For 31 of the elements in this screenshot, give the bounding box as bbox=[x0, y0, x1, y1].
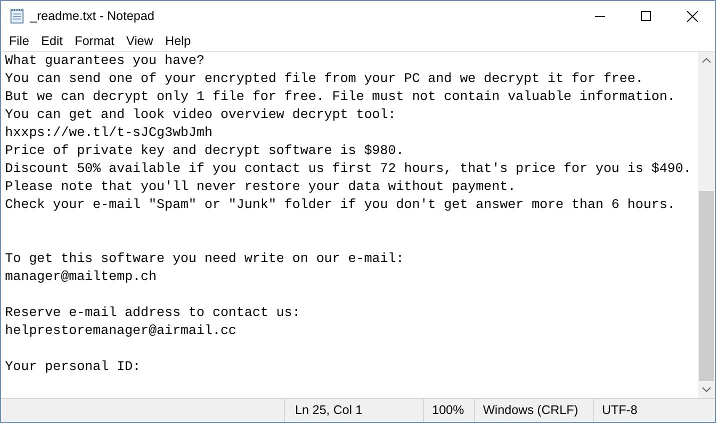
text-line: Please note that you'll never restore your data without payment. bbox=[5, 179, 516, 194]
scrollbar-thumb[interactable] bbox=[699, 191, 714, 381]
text-line: hxxps://we.tl/t-sJCg3wbJmh bbox=[5, 125, 212, 140]
window-title: _readme.txt - Notepad bbox=[30, 8, 154, 25]
text-line: But we can decrypt only 1 file for free. File must not contain valuable information. bbox=[5, 89, 676, 104]
text-line: Your personal ID: bbox=[5, 359, 141, 374]
menu-item[interactable]: Edit bbox=[35, 32, 69, 50]
close-icon bbox=[686, 10, 698, 22]
encoding: UTF-8 bbox=[602, 402, 638, 420]
scroll-down-icon bbox=[702, 387, 711, 392]
text-line: helprestoremanager@airmail.cc bbox=[5, 323, 236, 338]
text-line: manager@mailtemp.ch bbox=[5, 269, 157, 284]
cursor-position: Ln 25, Col 1 bbox=[295, 402, 362, 420]
menu-item[interactable]: Format bbox=[68, 32, 120, 50]
text-line: To get this software you need write on our e-mail: bbox=[5, 251, 404, 266]
text-line: Check your e-mail "Spam" or "Junk" folder if you don't get answer more than 6 hours. bbox=[5, 197, 676, 212]
line-endings: Windows (CRLF) bbox=[483, 402, 578, 420]
maximize-icon bbox=[641, 11, 651, 21]
scroll-up-icon bbox=[702, 58, 711, 63]
menu-item[interactable]: View bbox=[120, 32, 160, 50]
zoom-level: 100% bbox=[432, 402, 464, 420]
text-line: Discount 50% available if you contact us first 72 hours, that's price for you is $490. bbox=[5, 161, 692, 176]
vertical-scrollbar[interactable] bbox=[698, 52, 715, 398]
text-line: You can send one of your encrypted file from your PC and we decrypt it for free. bbox=[5, 71, 644, 86]
text-line: Price of private key and decrypt software is $980. bbox=[5, 143, 404, 158]
notepad-icon bbox=[10, 8, 24, 24]
menu-item[interactable]: File bbox=[3, 32, 36, 50]
text-line: Reserve e-mail address to contact us: bbox=[5, 305, 300, 320]
text-line: What guarantees you have? bbox=[5, 53, 204, 68]
text-line: You can get and look video overview decrypt tool: bbox=[5, 107, 396, 122]
menu-item[interactable]: Help bbox=[159, 32, 197, 50]
